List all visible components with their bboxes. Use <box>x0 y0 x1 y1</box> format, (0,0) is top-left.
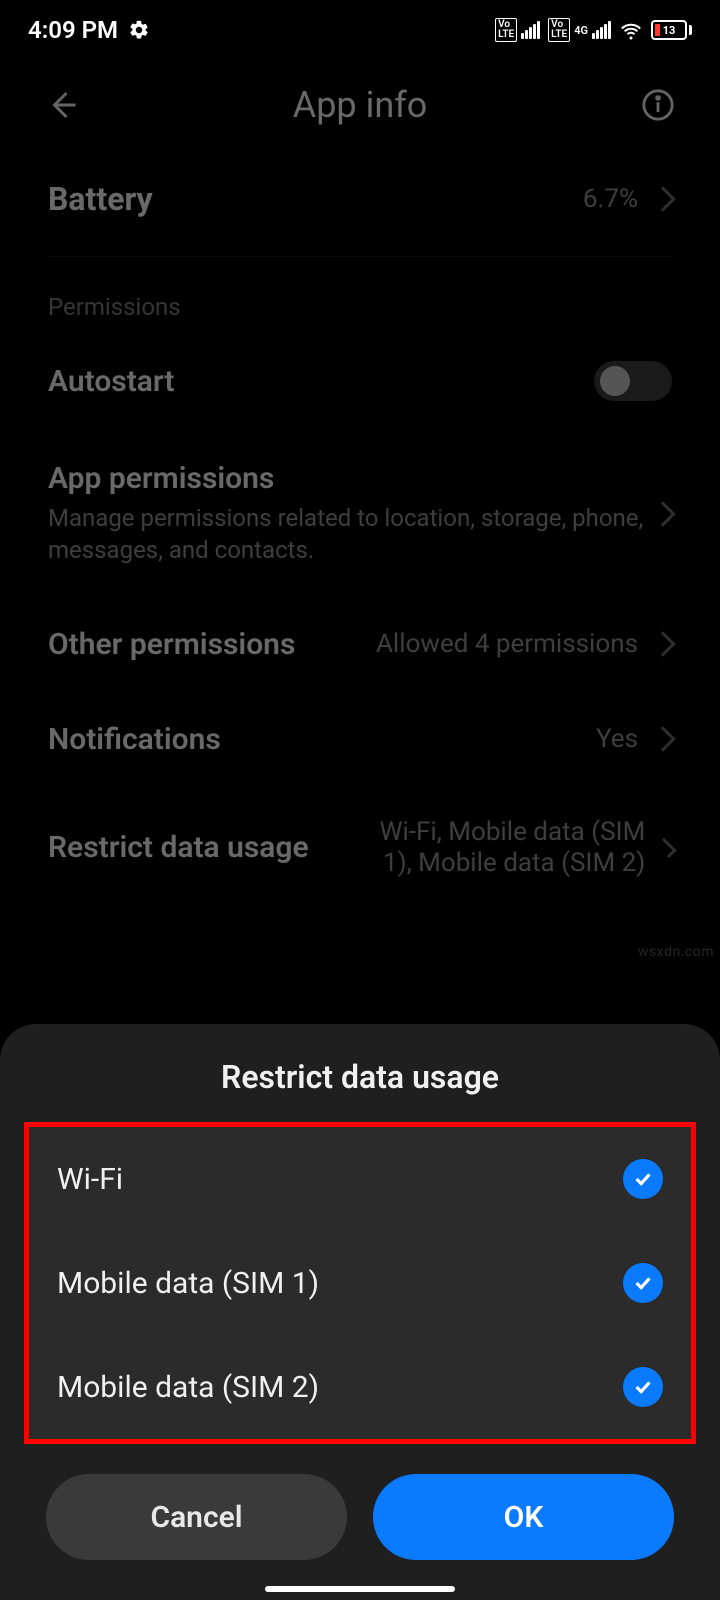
cancel-button-label: Cancel <box>150 1500 242 1535</box>
chevron-right-icon <box>650 632 675 657</box>
divider <box>48 256 672 257</box>
restrict-data-label: Restrict data usage <box>48 830 309 865</box>
network-4g-label: 4G <box>574 25 588 36</box>
cancel-button[interactable]: Cancel <box>46 1474 347 1560</box>
clock-text: 4:09 PM <box>28 16 118 44</box>
battery-indicator: 13 <box>651 20 692 40</box>
ok-button-label: OK <box>504 1500 544 1535</box>
option-wifi[interactable]: Wi-Fi <box>29 1127 691 1231</box>
autostart-toggle[interactable] <box>594 361 672 401</box>
ok-button[interactable]: OK <box>373 1474 674 1560</box>
permissions-section-header: Permissions <box>48 275 672 331</box>
background-content: App info Battery 6.7% Permissions Autost… <box>0 60 720 909</box>
battery-icon: 13 <box>651 20 687 40</box>
notifications-row[interactable]: Notifications Yes <box>48 692 672 787</box>
app-permissions-row[interactable]: App permissions Manage permissions relat… <box>48 431 672 597</box>
checkbox-checked-icon[interactable] <box>623 1263 663 1303</box>
dialog-title: Restrict data usage <box>0 1058 720 1122</box>
option-sim2[interactable]: Mobile data (SIM 2) <box>29 1335 691 1439</box>
option-sim2-label: Mobile data (SIM 2) <box>57 1370 319 1405</box>
option-sim1-label: Mobile data (SIM 1) <box>57 1266 319 1301</box>
restrict-data-row[interactable]: Restrict data usage Wi-Fi, Mobile data (… <box>48 787 672 909</box>
autostart-label: Autostart <box>48 364 175 399</box>
chevron-right-icon <box>650 186 675 211</box>
other-permissions-value: Allowed 4 permissions <box>376 629 638 659</box>
battery-row[interactable]: Battery 6.7% <box>48 150 672 248</box>
sim1-signal: VoLTE <box>495 18 540 42</box>
chevron-right-icon <box>650 727 675 752</box>
app-bar: App info <box>0 60 720 150</box>
signal-bars-icon <box>521 21 540 39</box>
wifi-icon <box>619 18 643 42</box>
back-button[interactable] <box>42 85 82 125</box>
battery-percent-text: 13 <box>653 22 685 38</box>
option-sim1[interactable]: Mobile data (SIM 1) <box>29 1231 691 1335</box>
home-indicator[interactable] <box>265 1586 455 1592</box>
restrict-data-value: Wi-Fi, Mobile data (SIM 1), Mobile data … <box>372 817 645 879</box>
chevron-right-icon <box>657 838 677 858</box>
volte-icon: VoLTE <box>548 18 570 42</box>
volte-icon: VoLTE <box>495 18 517 42</box>
battery-value: 6.7% <box>583 184 638 214</box>
dialog-options-highlight: Wi-Fi Mobile data (SIM 1) Mobile data (S… <box>24 1122 696 1444</box>
other-permissions-label: Other permissions <box>48 627 295 662</box>
page-title: App info <box>82 84 638 126</box>
status-bar: 4:09 PM VoLTE VoLTE 4G 13 <box>0 0 720 60</box>
app-permissions-label: App permissions <box>48 461 654 496</box>
other-permissions-row[interactable]: Other permissions Allowed 4 permissions <box>48 597 672 692</box>
battery-label: Battery <box>48 180 153 218</box>
app-permissions-sub: Manage permissions related to location, … <box>48 502 654 567</box>
watermark-text: wsxdn.com <box>638 944 714 960</box>
checkbox-checked-icon[interactable] <box>623 1159 663 1199</box>
checkbox-checked-icon[interactable] <box>623 1367 663 1407</box>
restrict-data-dialog: Restrict data usage Wi-Fi Mobile data (S… <box>0 1024 720 1600</box>
sim2-signal: VoLTE 4G <box>548 18 611 42</box>
status-right: VoLTE VoLTE 4G 13 <box>495 18 692 42</box>
toggle-knob <box>600 366 630 396</box>
signal-bars-icon <box>592 21 611 39</box>
autostart-row[interactable]: Autostart <box>48 331 672 431</box>
option-wifi-label: Wi-Fi <box>57 1162 123 1197</box>
notifications-value: Yes <box>596 724 638 754</box>
chevron-right-icon <box>650 501 675 526</box>
status-left: 4:09 PM <box>28 16 150 44</box>
info-button[interactable] <box>638 85 678 125</box>
dialog-button-row: Cancel OK <box>0 1444 720 1600</box>
notifications-label: Notifications <box>48 722 221 757</box>
gear-icon <box>128 19 150 41</box>
